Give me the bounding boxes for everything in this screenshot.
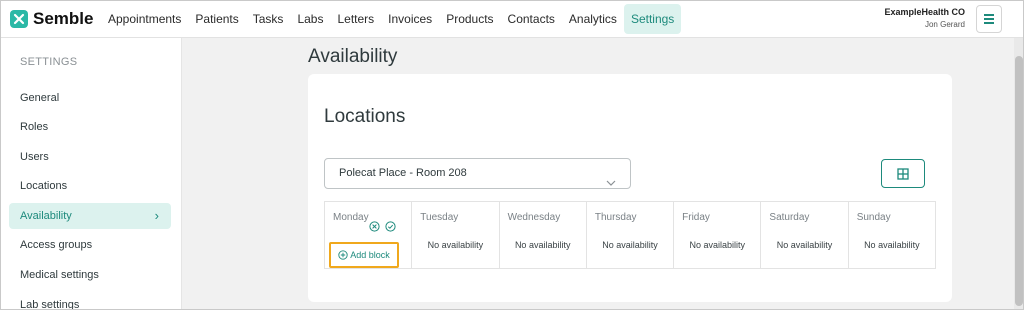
card-title: Locations — [324, 106, 406, 127]
chevron-right-icon: › — [154, 208, 159, 223]
availability-status: No availability — [689, 240, 746, 250]
menu-button[interactable] — [976, 5, 1002, 33]
sidebar-item-label: Medical settings — [20, 269, 99, 281]
day-name: Wednesday — [507, 212, 561, 223]
nav-labs[interactable]: Labs — [290, 4, 330, 34]
week-availability-grid: Monday Add block Tuesday No availability… — [324, 201, 936, 269]
day-name: Saturday — [769, 212, 810, 223]
brand-name: Semble — [33, 9, 94, 28]
chevron-down-icon — [606, 169, 616, 198]
day-column-monday: Monday Add block — [325, 202, 413, 268]
semble-logo-icon — [10, 10, 28, 28]
day-column-sunday: Sunday No availability — [849, 202, 935, 268]
add-block-label: Add block — [350, 250, 390, 260]
day-name: Sunday — [856, 212, 891, 223]
sidebar-item-access-groups[interactable]: Access groups — [9, 232, 171, 258]
sidebar-item-label: General — [20, 92, 60, 104]
day-column-tuesday: Tuesday No availability — [412, 202, 500, 268]
add-block-button[interactable]: Add block — [329, 242, 399, 268]
sidebar-item-lab-settings[interactable]: Lab settings — [9, 292, 171, 310]
settings-sidebar: SETTINGS General Roles Users Locations A… — [1, 38, 182, 310]
top-bar: Semble Appointments Patients Tasks Labs … — [1, 1, 1023, 38]
account-user: Jon Gerard — [924, 20, 965, 29]
day-column-wednesday: Wednesday No availability — [500, 202, 587, 268]
day-name: Friday — [682, 212, 710, 223]
day-name: Thursday — [594, 212, 637, 223]
hamburger-icon-line — [984, 18, 994, 20]
nav-appointments[interactable]: Appointments — [101, 4, 188, 34]
hamburger-icon-line — [984, 22, 994, 24]
hamburger-icon — [984, 14, 994, 16]
sidebar-item-locations[interactable]: Locations — [9, 173, 171, 199]
sidebar-item-roles[interactable]: Roles — [9, 114, 171, 140]
nav-patients[interactable]: Patients — [188, 4, 245, 34]
grid-view-button[interactable] — [881, 159, 925, 188]
nav-products[interactable]: Products — [439, 4, 500, 34]
main-nav: Appointments Patients Tasks Labs Letters… — [101, 4, 682, 34]
sidebar-item-general[interactable]: General — [9, 85, 171, 111]
sidebar-heading: SETTINGS — [20, 56, 78, 68]
day-name: Monday — [333, 212, 369, 223]
sidebar-item-label: Lab settings — [20, 299, 80, 310]
plus-circle-icon — [338, 250, 348, 260]
availability-status: No availability — [427, 240, 484, 250]
nav-analytics[interactable]: Analytics — [562, 4, 624, 34]
nav-settings[interactable]: Settings — [623, 4, 682, 34]
locations-card: Locations Polecat Place - Room 208 Monda… — [308, 74, 952, 302]
availability-status: No availability — [514, 240, 571, 250]
logo[interactable]: Semble — [10, 9, 93, 29]
availability-status: No availability — [864, 240, 920, 250]
sidebar-item-availability[interactable]: Availability › — [9, 203, 171, 229]
scrollbar-thumb[interactable] — [1015, 56, 1023, 306]
availability-status: No availability — [602, 240, 658, 250]
sidebar-item-medical-settings[interactable]: Medical settings — [9, 262, 171, 288]
sidebar-item-label: Availability — [20, 210, 72, 222]
close-circle-icon[interactable] — [369, 221, 380, 232]
day-actions — [369, 221, 396, 232]
vertical-scrollbar[interactable] — [1014, 38, 1023, 309]
account-org: ExampleHealth CO — [884, 7, 965, 17]
day-column-friday: Friday No availability — [674, 202, 762, 268]
grid-icon — [897, 167, 909, 180]
sidebar-item-label: Locations — [20, 180, 68, 192]
location-select-value: Polecat Place - Room 208 — [339, 167, 467, 179]
sidebar-item-label: Access groups — [20, 239, 93, 251]
availability-status: No availability — [776, 240, 833, 250]
sidebar-item-label: Users — [20, 151, 49, 163]
account-info[interactable]: ExampleHealth CO Jon Gerard — [884, 7, 965, 29]
day-column-thursday: Thursday No availability — [587, 202, 675, 268]
location-select[interactable]: Polecat Place - Room 208 — [324, 158, 631, 189]
nav-invoices[interactable]: Invoices — [381, 4, 439, 34]
day-name: Tuesday — [420, 212, 459, 223]
nav-contacts[interactable]: Contacts — [501, 4, 562, 34]
day-column-saturday: Saturday No availability — [761, 202, 849, 268]
sidebar-item-users[interactable]: Users — [9, 144, 171, 170]
nav-letters[interactable]: Letters — [330, 4, 381, 34]
sidebar-item-label: Roles — [20, 121, 49, 133]
app-window: Semble Appointments Patients Tasks Labs … — [0, 0, 1024, 310]
check-circle-icon[interactable] — [385, 221, 396, 232]
page-title: Availability — [308, 46, 398, 67]
nav-tasks[interactable]: Tasks — [246, 4, 291, 34]
